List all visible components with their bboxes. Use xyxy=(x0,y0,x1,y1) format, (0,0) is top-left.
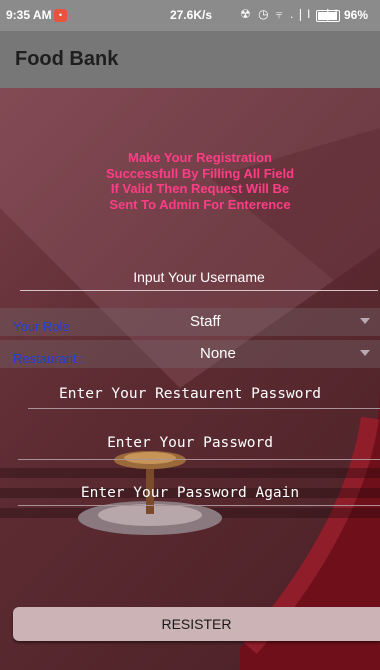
notification-icon: • xyxy=(54,9,67,22)
restaurant-password-input[interactable]: Enter Your Restaurent Password xyxy=(0,386,380,409)
app-bar: Food Bank xyxy=(0,31,380,88)
app-title: Food Bank xyxy=(15,48,119,70)
battery-icon xyxy=(316,10,340,22)
chevron-down-icon xyxy=(360,350,370,356)
password-placeholder: Enter Your Password xyxy=(107,435,273,451)
message-text: Make Your Registration Successfull By Fi… xyxy=(105,150,295,212)
restaurant-value: None xyxy=(200,345,236,362)
chevron-down-icon xyxy=(360,318,370,324)
password-again-input[interactable]: Enter Your Password Again xyxy=(0,485,380,506)
register-button[interactable]: RESISTER xyxy=(13,607,380,641)
username-input[interactable]: Input Your Username xyxy=(20,264,378,291)
registration-message: Make Your Registration Successfull By Fi… xyxy=(40,150,360,212)
status-bar: 9:35 AM • 27.6K/s ☢ ◷ ⫧ .❘l .❘l 96% xyxy=(0,0,380,31)
restaurant-spinner[interactable]: Restaurant : None xyxy=(0,340,380,368)
role-spinner[interactable]: Your Role Staff xyxy=(0,308,380,336)
restaurant-label: Restaurant : xyxy=(13,351,84,366)
status-time: 9:35 AM xyxy=(6,8,52,22)
role-label: Your Role xyxy=(13,319,70,334)
restaurant-password-placeholder: Enter Your Restaurent Password xyxy=(59,386,321,402)
network-speed: 27.6K/s xyxy=(170,8,213,22)
password-input[interactable]: Enter Your Password xyxy=(0,435,380,460)
battery-percent: 96% xyxy=(344,8,369,22)
password-again-placeholder: Enter Your Password Again xyxy=(80,485,300,501)
role-value: Staff xyxy=(190,313,221,330)
